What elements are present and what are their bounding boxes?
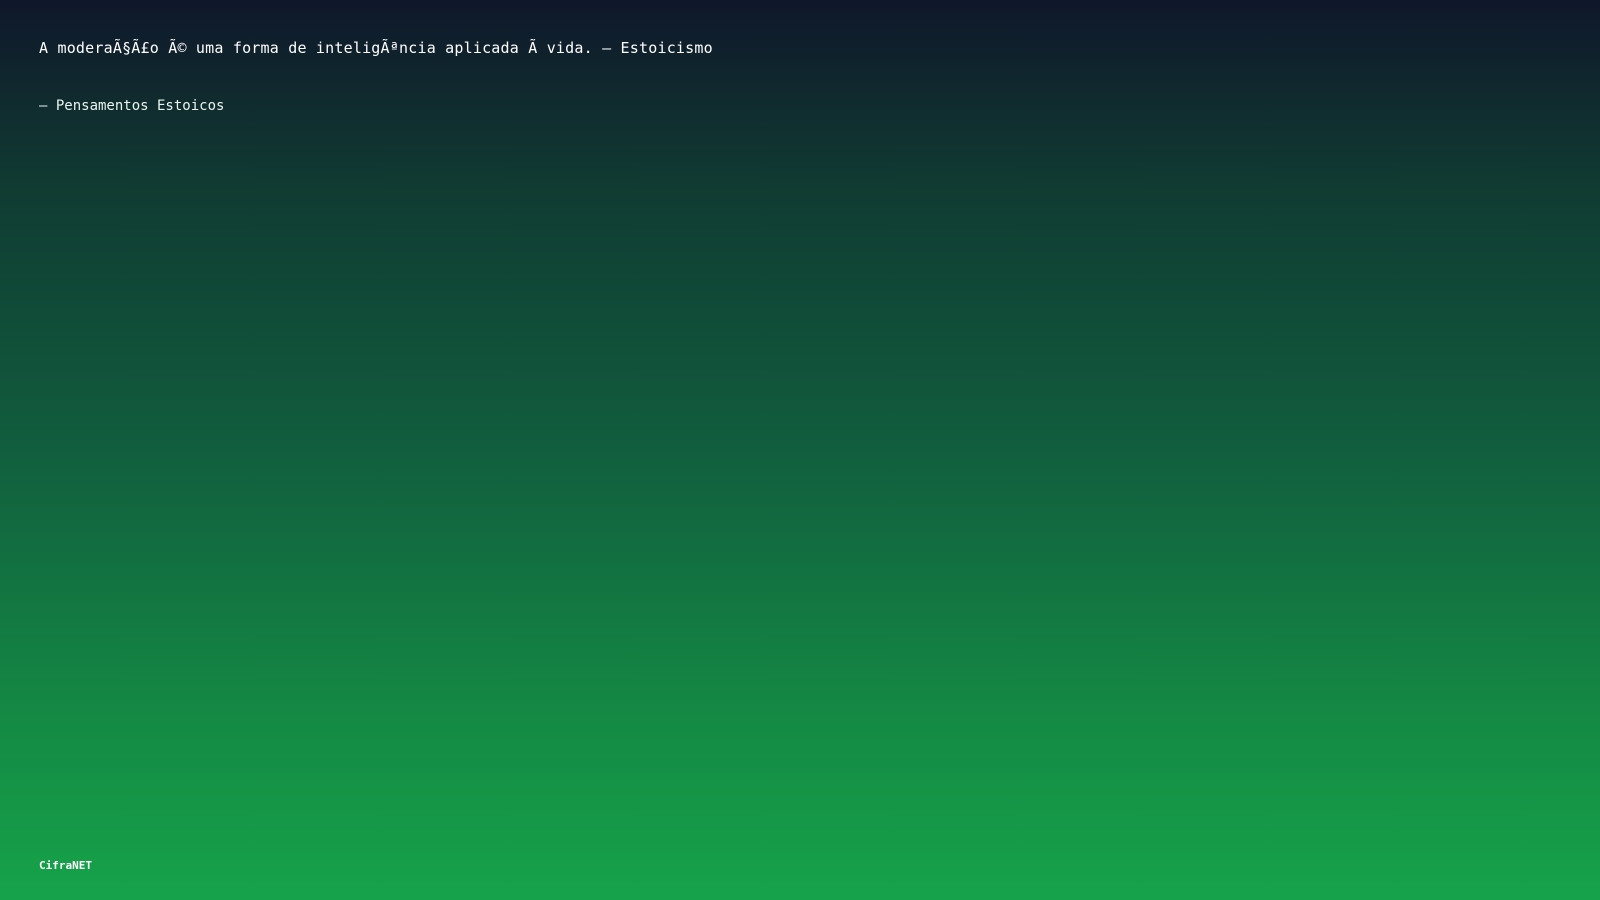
quote-text: A moderaÃ§Ã£o Ã© uma forma de inteligÃªn… (39, 39, 713, 57)
quote-block: A moderaÃ§Ã£o Ã© uma forma de inteligÃªn… (39, 36, 1561, 117)
quote-author: – Pensamentos Estoicos (39, 98, 225, 114)
brand-label: CifraNET (39, 859, 92, 872)
